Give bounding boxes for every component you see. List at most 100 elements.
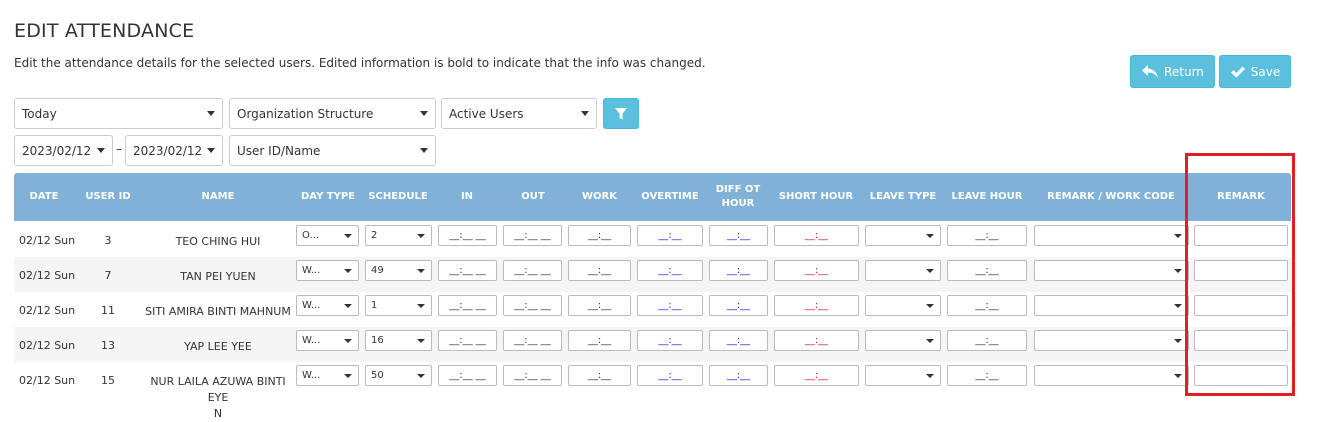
chevron-down-icon — [926, 304, 934, 308]
chevron-down-icon — [417, 304, 425, 308]
overtime-input[interactable]: __:__ — [637, 260, 703, 281]
short-hour-input[interactable]: __:__ — [774, 330, 859, 351]
return-arrow-icon — [1142, 64, 1159, 78]
chevron-down-icon — [926, 339, 934, 343]
chevron-down-icon — [1174, 269, 1182, 273]
remark-input[interactable] — [1194, 330, 1288, 351]
period-select[interactable]: Today — [14, 98, 223, 129]
schedule-select[interactable]: 1 — [365, 295, 432, 316]
schedule-select[interactable]: 50 — [365, 365, 432, 386]
overtime-mask: __:__ — [658, 230, 682, 241]
leave-type-select[interactable] — [865, 330, 941, 351]
work-code-select[interactable] — [1034, 365, 1189, 386]
diff-ot-input[interactable]: __:__ — [709, 365, 768, 386]
leave-type-select[interactable] — [865, 225, 941, 246]
filter-button[interactable] — [603, 98, 639, 129]
leave-type-select[interactable] — [865, 295, 941, 316]
remark-input[interactable] — [1194, 225, 1288, 246]
diff-ot-input[interactable]: __:__ — [709, 225, 768, 246]
day-type-select[interactable]: W... — [296, 330, 359, 351]
work-hour-input[interactable]: __:__ — [568, 260, 631, 281]
in-time-input[interactable]: __:__ __ — [438, 260, 497, 281]
overtime-input[interactable]: __:__ — [637, 365, 703, 386]
chevron-down-icon — [344, 269, 352, 273]
overtime-input[interactable]: __:__ — [637, 295, 703, 316]
chevron-down-icon — [97, 148, 105, 153]
leave-hour-input[interactable]: __:__ — [947, 365, 1027, 386]
out-time-mask: __:__ __ — [514, 370, 551, 381]
leave-type-select[interactable] — [865, 365, 941, 386]
out-time-input[interactable]: __:__ __ — [503, 225, 562, 246]
date-to-select[interactable]: 2023/02/12 — [125, 135, 223, 166]
chevron-down-icon — [344, 374, 352, 378]
header-name: NAME — [201, 191, 235, 202]
in-time-input[interactable]: __:__ __ — [438, 330, 497, 351]
in-time-input[interactable]: __:__ __ — [438, 365, 497, 386]
day-type-select[interactable]: O... — [296, 225, 359, 246]
work-hour-input[interactable]: __:__ — [568, 295, 631, 316]
header-schedule: SCHEDULE — [368, 191, 428, 202]
leave-hour-mask: __:__ — [975, 370, 999, 381]
short-hour-input[interactable]: __:__ — [774, 365, 859, 386]
chevron-down-icon — [926, 374, 934, 378]
work-hour-input[interactable]: __:__ — [568, 330, 631, 351]
out-time-input[interactable]: __:__ __ — [503, 365, 562, 386]
diff-ot-input[interactable]: __:__ — [709, 260, 768, 281]
work-hour-mask: __:__ — [587, 230, 612, 241]
remark-input[interactable] — [1194, 295, 1288, 316]
remark-input[interactable] — [1194, 260, 1288, 281]
work-hour-mask: __:__ — [587, 335, 612, 346]
return-button[interactable]: Return — [1130, 55, 1215, 88]
organization-select[interactable]: Organization Structure — [229, 98, 436, 129]
out-time-input[interactable]: __:__ __ — [503, 295, 562, 316]
cell-date: 02/12 Sun — [19, 374, 76, 387]
diff-ot-mask: __:__ — [726, 335, 751, 346]
overtime-input[interactable]: __:__ — [637, 330, 703, 351]
work-code-select[interactable] — [1034, 295, 1189, 316]
out-time-mask: __:__ __ — [514, 230, 551, 241]
header-diff-ot-hour: DIFF OT HOUR — [709, 173, 767, 221]
diff-ot-input[interactable]: __:__ — [709, 295, 768, 316]
user-search-value: User ID/Name — [237, 143, 321, 158]
work-hour-input[interactable]: __:__ — [568, 225, 631, 246]
work-code-select[interactable] — [1034, 330, 1189, 351]
leave-hour-input[interactable]: __:__ — [947, 295, 1027, 316]
out-time-input[interactable]: __:__ __ — [503, 260, 562, 281]
date-from-select[interactable]: 2023/02/12 — [14, 135, 113, 166]
schedule-select[interactable]: 16 — [365, 330, 432, 351]
page-title: EDIT ATTENDANCE — [14, 20, 195, 42]
leave-type-select[interactable] — [865, 260, 941, 281]
out-time-input[interactable]: __:__ __ — [503, 330, 562, 351]
work-code-select[interactable] — [1034, 225, 1189, 246]
chevron-down-icon — [344, 304, 352, 308]
save-button[interactable]: Save — [1219, 55, 1291, 88]
schedule-select[interactable]: 49 — [365, 260, 432, 281]
in-time-input[interactable]: __:__ __ — [438, 295, 497, 316]
user-status-select[interactable]: Active Users — [441, 98, 597, 129]
user-search-select[interactable]: User ID/Name — [229, 135, 436, 166]
work-hour-input[interactable]: __:__ — [568, 365, 631, 386]
short-hour-input[interactable]: __:__ — [774, 295, 859, 316]
table-row: 02/12 Sun 3 TEO CHING HUI O... 2 __:__ __ __:_… — [14, 222, 1291, 257]
leave-hour-input[interactable]: __:__ — [947, 260, 1027, 281]
header-user-id: USER ID — [85, 191, 131, 202]
schedule-select[interactable]: 2 — [365, 225, 432, 246]
in-time-input[interactable]: __:__ __ — [438, 225, 497, 246]
day-type-select[interactable]: W... — [296, 365, 359, 386]
day-type-select[interactable]: W... — [296, 295, 359, 316]
cell-user-id: 15 — [101, 374, 115, 387]
short-hour-input[interactable]: __:__ — [774, 260, 859, 281]
day-type-select[interactable]: W... — [296, 260, 359, 281]
diff-ot-input[interactable]: __:__ — [709, 330, 768, 351]
cell-date: 02/12 Sun — [19, 339, 76, 352]
remark-input[interactable] — [1194, 365, 1288, 386]
date-to-value: 2023/02/12 — [133, 143, 203, 158]
leave-hour-input[interactable]: __:__ — [947, 225, 1027, 246]
overtime-input[interactable]: __:__ — [637, 225, 703, 246]
cell-name: YAP LEE YEE — [142, 339, 294, 355]
short-hour-mask: __:__ — [804, 230, 829, 241]
short-hour-input[interactable]: __:__ — [774, 225, 859, 246]
work-code-select[interactable] — [1034, 260, 1189, 281]
leave-hour-input[interactable]: __:__ — [947, 330, 1027, 351]
chevron-down-icon — [417, 234, 425, 238]
